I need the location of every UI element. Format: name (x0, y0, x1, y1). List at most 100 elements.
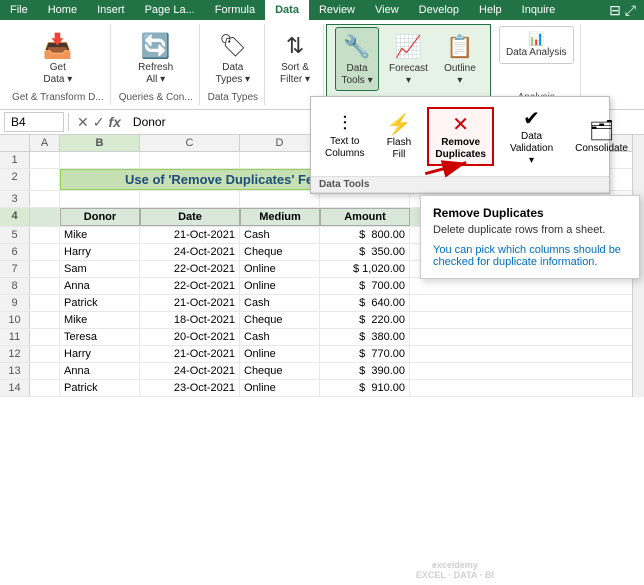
tab-develop[interactable]: Develop (409, 0, 469, 20)
cell-donor-6[interactable]: Harry (60, 244, 140, 260)
sort-filter-button[interactable]: ⇅ Sort &Filter ▾ (273, 26, 317, 90)
data-types-button[interactable]: 🏷 DataTypes ▾ (210, 26, 256, 90)
cell-amount-12[interactable]: $ 770.00 (320, 346, 410, 362)
col-header-b[interactable]: B (60, 135, 140, 151)
tab-file[interactable]: File (0, 0, 38, 20)
cell-a1[interactable] (30, 152, 60, 168)
cell-donor-8[interactable]: Anna (60, 278, 140, 294)
confirm-formula-icon[interactable]: ✓ (93, 114, 105, 131)
cell-medium-14[interactable]: Online (240, 380, 320, 396)
cell-donor-12[interactable]: Harry (60, 346, 140, 362)
cell-a13[interactable] (30, 363, 60, 379)
cell-medium-12[interactable]: Online (240, 346, 320, 362)
cell-date-9[interactable]: 21-Oct-2021 (140, 295, 240, 311)
text-to-columns-button[interactable]: ⫶ Text toColumns (319, 110, 370, 163)
cell-donor-11[interactable]: Teresa (60, 329, 140, 345)
cell-date-7[interactable]: 22-Oct-2021 (140, 261, 240, 277)
refresh-all-button[interactable]: 🔄 RefreshAll ▾ (132, 26, 179, 90)
tab-data[interactable]: Data (265, 0, 309, 20)
cell-c3[interactable] (140, 191, 240, 207)
cell-date-10[interactable]: 18-Oct-2021 (140, 312, 240, 328)
cell-a7[interactable] (30, 261, 60, 277)
cell-medium-10[interactable]: Cheque (240, 312, 320, 328)
cell-donor-5[interactable]: Mike (60, 227, 140, 243)
consolidate-button[interactable]: 🗂 Consolidate (569, 115, 634, 158)
tab-help[interactable]: Help (469, 0, 512, 20)
cell-a5[interactable] (30, 227, 60, 243)
col-header-d[interactable]: D (240, 135, 320, 151)
ribbon-minimize-icon[interactable]: ⊟ (609, 2, 621, 19)
col-header-c[interactable]: C (140, 135, 240, 151)
cell-amount-5[interactable]: $ 800.00 (320, 227, 410, 243)
tab-view[interactable]: View (365, 0, 409, 20)
cell-date-14[interactable]: 23-Oct-2021 (140, 380, 240, 396)
tab-pagelayout[interactable]: Page La... (135, 0, 205, 20)
cell-medium-6[interactable]: Cheque (240, 244, 320, 260)
cell-a9[interactable] (30, 295, 60, 311)
tab-review[interactable]: Review (309, 0, 365, 20)
insert-function-icon[interactable]: fx (108, 114, 120, 131)
cell-a3[interactable] (30, 191, 60, 207)
cell-amount-7[interactable]: $ 1,020.00 (320, 261, 410, 277)
cell-medium-8[interactable]: Online (240, 278, 320, 294)
cell-donor-9[interactable]: Patrick (60, 295, 140, 311)
cell-d1[interactable] (240, 152, 320, 168)
cell-donor-14[interactable]: Patrick (60, 380, 140, 396)
cell-amount-10[interactable]: $ 220.00 (320, 312, 410, 328)
cell-d3[interactable] (240, 191, 320, 207)
cell-amount-6[interactable]: $ 350.00 (320, 244, 410, 260)
cell-a8[interactable] (30, 278, 60, 294)
outline-button[interactable]: 📋 Outline▾ (438, 27, 482, 91)
cell-b1[interactable] (60, 152, 140, 168)
get-data-button[interactable]: 📥 GetData ▾ (36, 26, 80, 90)
data-validation-button[interactable]: ✔ DataValidation ▾ (504, 103, 559, 170)
col-header-date[interactable]: Date (140, 208, 240, 226)
cell-date-5[interactable]: 21-Oct-2021 (140, 227, 240, 243)
cell-date-12[interactable]: 21-Oct-2021 (140, 346, 240, 362)
tab-insert[interactable]: Insert (87, 0, 135, 20)
cell-amount-14[interactable]: $ 910.00 (320, 380, 410, 396)
cell-medium-5[interactable]: Cash (240, 227, 320, 243)
cell-donor-7[interactable]: Sam (60, 261, 140, 277)
cell-date-8[interactable]: 22-Oct-2021 (140, 278, 240, 294)
col-header-a[interactable]: A (30, 135, 60, 151)
cell-reference-input[interactable] (4, 112, 64, 132)
cell-a4[interactable] (30, 208, 60, 226)
cell-a12[interactable] (30, 346, 60, 362)
ribbon-group-get-transform: 📥 GetData ▾ Get & Transform D... (6, 24, 111, 105)
cell-amount-8[interactable]: $ 700.00 (320, 278, 410, 294)
ribbon-tabs: File Home Insert Page La... Formula Data… (0, 0, 644, 20)
cell-amount-9[interactable]: $ 640.00 (320, 295, 410, 311)
cell-amount-11[interactable]: $ 380.00 (320, 329, 410, 345)
tab-home[interactable]: Home (38, 0, 87, 20)
cell-date-11[interactable]: 20-Oct-2021 (140, 329, 240, 345)
cell-date-13[interactable]: 24-Oct-2021 (140, 363, 240, 379)
tab-inquire[interactable]: Inquire (512, 0, 566, 20)
cell-amount-13[interactable]: $ 390.00 (320, 363, 410, 379)
cell-b3[interactable] (60, 191, 140, 207)
cell-medium-13[interactable]: Cheque (240, 363, 320, 379)
col-header-amount[interactable]: Amount (320, 208, 410, 226)
cell-date-6[interactable]: 24-Oct-2021 (140, 244, 240, 260)
cell-medium-7[interactable]: Online (240, 261, 320, 277)
cell-a6[interactable] (30, 244, 60, 260)
ribbon-expand-icon[interactable]: ⤢ (625, 2, 636, 19)
cell-medium-9[interactable]: Cash (240, 295, 320, 311)
col-header-donor[interactable]: Donor (60, 208, 140, 226)
col-header-medium[interactable]: Medium (240, 208, 320, 226)
cell-a2[interactable] (30, 169, 60, 190)
cell-a10[interactable] (30, 312, 60, 328)
cancel-formula-icon[interactable]: ✕ (77, 114, 89, 131)
cell-a14[interactable] (30, 380, 60, 396)
forecast-button[interactable]: 📈 Forecast▾ (383, 27, 434, 91)
cell-c1[interactable] (140, 152, 240, 168)
tab-formulas[interactable]: Formula (205, 0, 265, 20)
cell-a11[interactable] (30, 329, 60, 345)
cell-donor-10[interactable]: Mike (60, 312, 140, 328)
data-analysis-button[interactable]: 📊 Data Analysis (499, 26, 574, 64)
cell-donor-13[interactable]: Anna (60, 363, 140, 379)
data-tools-button[interactable]: 🔧 DataTools ▾ (335, 27, 379, 91)
table-row: 14 Patrick 23-Oct-2021 Online $ 910.00 (0, 380, 632, 397)
cell-medium-11[interactable]: Cash (240, 329, 320, 345)
flash-fill-button[interactable]: ⚡ FlashFill (380, 109, 417, 164)
